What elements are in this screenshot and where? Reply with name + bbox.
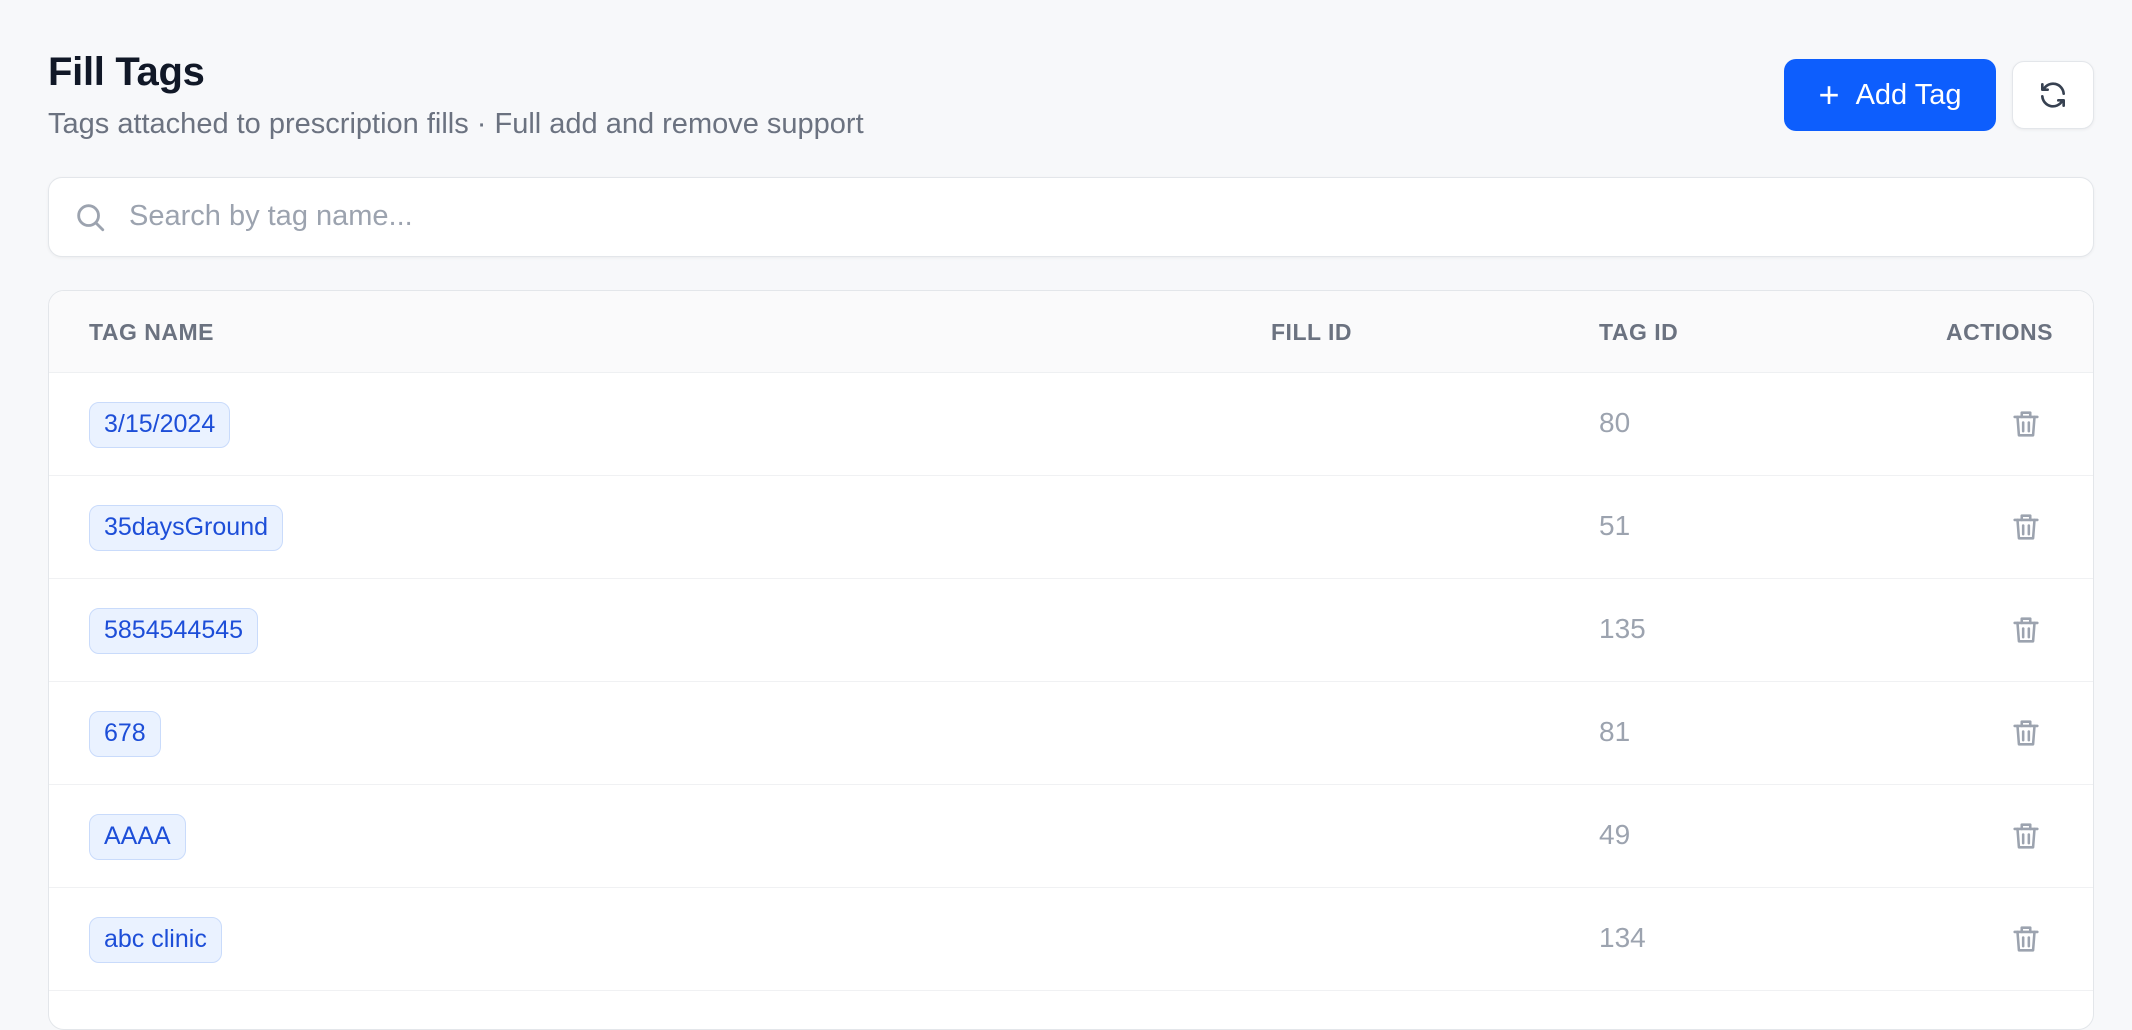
table-row: AAAA 49 [49,785,2093,888]
plus-icon: + [1818,74,1840,115]
column-header-fill-id: FILL ID [1271,319,1353,345]
tag-id-cell: 49 [1599,819,1631,850]
tags-table: TAG NAME FILL ID TAG ID ACTIONS 3/15/202… [48,290,2094,1030]
trash-icon[interactable] [2009,613,2043,647]
trash-icon[interactable] [2009,922,2043,956]
table-row: 3/15/2024 80 [49,373,2093,476]
add-tag-button-label: Add Tag [1855,78,1962,111]
page-header: Fill Tags Tags attached to prescription … [48,50,2094,150]
trash-icon[interactable] [2009,510,2043,544]
tag-id-cell: 51 [1599,510,1631,541]
column-header-actions: ACTIONS [1946,319,2053,345]
tag-badge: 678 [89,711,161,757]
table-header: TAG NAME FILL ID TAG ID ACTIONS [49,291,2093,373]
table-row: 5854544545 135 [49,579,2093,682]
tag-badge: 3/15/2024 [89,402,231,448]
page-title: Fill Tags [48,50,205,94]
refresh-icon [2041,82,2065,108]
search-icon [77,204,105,232]
table-row: 35daysGround 51 [49,476,2093,579]
add-tag-button[interactable]: + Add Tag [1784,59,1996,131]
page-subtitle: Tags attached to prescription fills · Fu… [48,108,864,140]
search-bar [48,177,2094,257]
trash-icon[interactable] [2009,407,2043,441]
column-header-tag-id: TAG ID [1599,319,1679,345]
trash-icon[interactable] [2009,819,2043,853]
tag-id-cell: 135 [1599,613,1646,644]
tag-id-cell: 134 [1599,922,1646,953]
tag-id-cell: 81 [1599,716,1631,747]
table-row: 678 81 [49,682,2093,785]
tag-badge: 35daysGround [89,505,284,551]
search-input[interactable] [129,178,2069,255]
refresh-button[interactable] [2012,61,2094,129]
column-header-tag-name: TAG NAME [89,319,214,345]
tag-badge: AAAA [89,814,186,860]
tag-badge: 5854544545 [89,608,259,654]
tag-id-cell: 80 [1599,407,1631,438]
tag-badge: abc clinic [89,917,222,963]
table-row: abc clinic 134 [49,888,2093,991]
trash-icon[interactable] [2009,716,2043,750]
